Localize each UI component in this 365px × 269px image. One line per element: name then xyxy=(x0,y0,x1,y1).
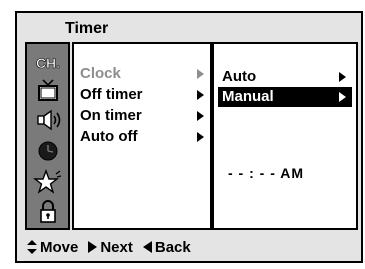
menu-item-label: On timer xyxy=(80,107,142,124)
menu-item-label: Off timer xyxy=(80,86,143,103)
menu-title: Timer xyxy=(65,20,109,37)
clock-submenu: Auto Manual - - : - - AM xyxy=(212,42,358,230)
clock-time-value: - - : - - AM xyxy=(228,165,305,181)
clock-icon[interactable] xyxy=(27,136,68,166)
up-down-arrow-icon xyxy=(27,240,37,254)
star-icon[interactable] xyxy=(27,166,68,196)
menu-item-clock[interactable]: Clock xyxy=(80,64,208,84)
channel-icon-label: CH. xyxy=(35,55,59,71)
submenu-item-manual[interactable]: Manual xyxy=(218,87,352,107)
arrow-right-icon xyxy=(197,111,204,121)
menu-item-label: Clock xyxy=(80,65,121,82)
arrow-right-icon xyxy=(339,72,346,82)
navigation-hints: Move Next Back xyxy=(17,233,361,261)
hint-move: Move xyxy=(27,239,78,256)
menu-item-on-timer[interactable]: On timer xyxy=(80,106,208,126)
arrow-right-icon xyxy=(197,132,204,142)
lock-icon[interactable] xyxy=(27,197,68,227)
hint-move-label: Move xyxy=(40,238,79,256)
left-arrow-icon xyxy=(142,241,152,253)
timer-menu-list: Clock Off timer On timer Auto off xyxy=(72,42,212,230)
submenu-item-auto[interactable]: Auto xyxy=(218,67,352,87)
channel-icon[interactable]: CH. xyxy=(27,48,68,78)
timer-osd-window: Timer CH. Clock Off timer On timer Auto … xyxy=(15,11,363,263)
menu-item-auto-off[interactable]: Auto off xyxy=(80,127,208,147)
hint-next: Next xyxy=(88,239,133,256)
submenu-item-label: Manual xyxy=(222,88,274,105)
menu-item-off-timer[interactable]: Off timer xyxy=(80,85,208,105)
speaker-icon[interactable] xyxy=(27,105,68,135)
arrow-right-icon xyxy=(197,69,204,79)
sidebar-panel: CH. xyxy=(25,42,70,230)
menu-item-label: Auto off xyxy=(80,128,138,145)
submenu-item-label: Auto xyxy=(222,68,257,85)
right-arrow-icon xyxy=(88,241,98,253)
hint-back: Back xyxy=(142,238,191,256)
tv-icon[interactable] xyxy=(27,76,68,106)
arrow-right-icon xyxy=(339,92,346,102)
arrow-right-icon xyxy=(197,90,204,100)
hint-next-label: Next xyxy=(100,238,133,256)
hint-back-label: Back xyxy=(154,238,191,256)
